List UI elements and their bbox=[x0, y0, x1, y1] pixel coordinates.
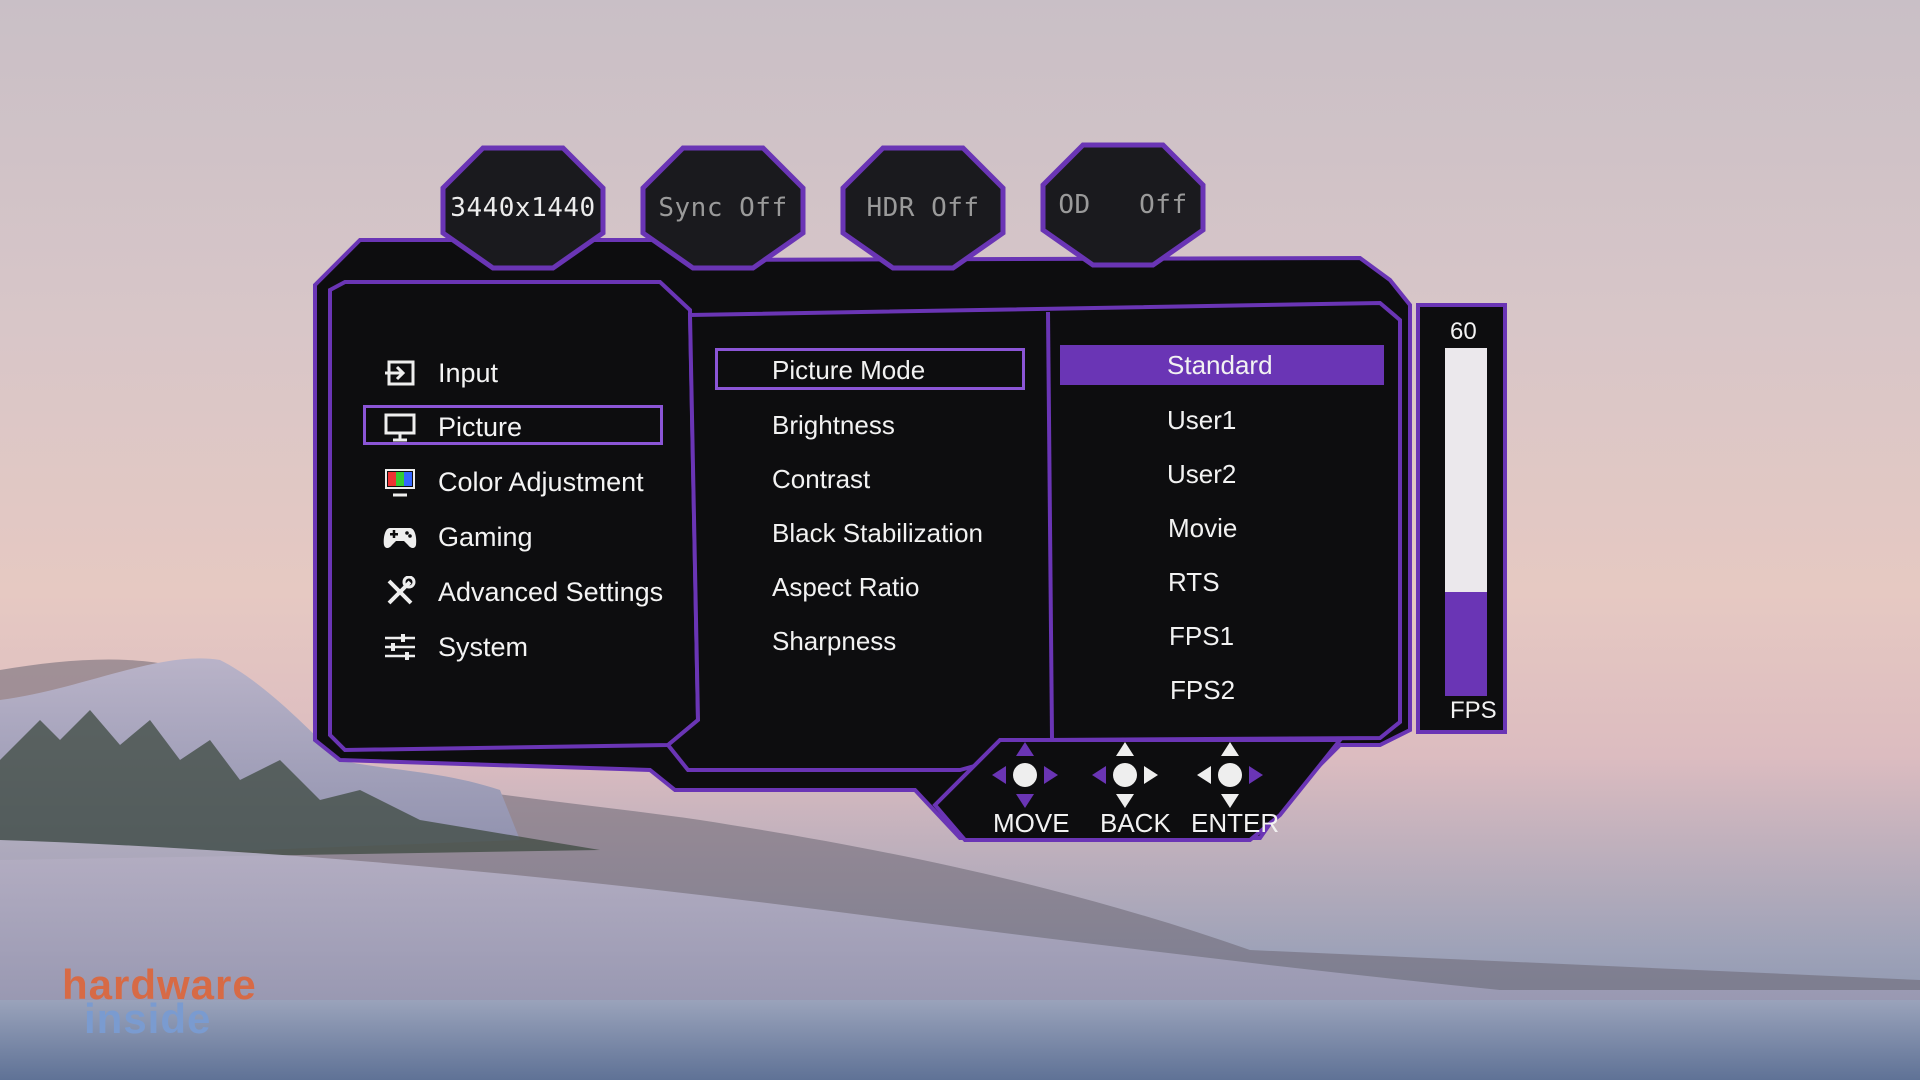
option-fps1[interactable]: FPS1 bbox=[1169, 621, 1234, 652]
gamepad-icon bbox=[380, 520, 420, 554]
option-user2[interactable]: User2 bbox=[1167, 459, 1236, 490]
tab-od-label: OD Off bbox=[1058, 190, 1188, 220]
move-dpad-icon bbox=[992, 742, 1058, 808]
menu-item-advanced-settings[interactable]: Advanced Settings bbox=[380, 572, 663, 612]
menu-item-label: Picture bbox=[438, 411, 523, 442]
fps-meter-fill bbox=[1445, 591, 1487, 696]
menu-item-label: Gaming bbox=[438, 521, 533, 552]
monitor-icon bbox=[380, 410, 420, 444]
input-icon bbox=[380, 356, 420, 390]
sub-item-brightness[interactable]: Brightness bbox=[772, 410, 895, 441]
back-label: BACK bbox=[1100, 808, 1171, 838]
color-adjustment-icon bbox=[380, 465, 420, 499]
watermark-logo: hardware inside bbox=[62, 964, 257, 1040]
option-user1[interactable]: User1 bbox=[1167, 405, 1236, 436]
sliders-icon bbox=[380, 630, 420, 664]
option-movie[interactable]: Movie bbox=[1168, 513, 1237, 544]
tools-icon bbox=[380, 575, 420, 609]
enter-dpad-icon bbox=[1197, 742, 1263, 808]
tab-sync-label: Sync Off bbox=[658, 193, 788, 223]
sub-item-sharpness[interactable]: Sharpness bbox=[772, 626, 896, 657]
menu-item-system[interactable]: System bbox=[380, 627, 528, 667]
tab-resolution[interactable]: 3440x1440 bbox=[433, 143, 613, 273]
move-label: MOVE bbox=[993, 808, 1070, 838]
sub-item-contrast[interactable]: Contrast bbox=[772, 464, 870, 495]
sub-item-picture-mode[interactable]: Picture Mode bbox=[772, 355, 925, 386]
menu-item-label: Input bbox=[438, 357, 499, 388]
option-rts[interactable]: RTS bbox=[1168, 567, 1220, 598]
tab-hdr[interactable]: HDR Off bbox=[833, 143, 1013, 273]
tab-resolution-label: 3440x1440 bbox=[450, 193, 596, 223]
tab-hdr-label: HDR Off bbox=[866, 193, 980, 223]
fps-meter-track bbox=[1445, 348, 1487, 696]
menu-item-label: Advanced Settings bbox=[438, 576, 664, 607]
menu-item-color-adjustment[interactable]: Color Adjustment bbox=[380, 462, 644, 502]
option-fps2[interactable]: FPS2 bbox=[1170, 675, 1235, 706]
sub-item-aspect-ratio[interactable]: Aspect Ratio bbox=[772, 572, 919, 603]
menu-item-picture[interactable]: Picture bbox=[380, 407, 522, 447]
option-standard[interactable]: Standard bbox=[1167, 350, 1273, 381]
tab-sync[interactable]: Sync Off bbox=[633, 143, 813, 273]
fps-meter-value: 60 bbox=[1450, 318, 1477, 345]
tab-od[interactable]: OD Off bbox=[1033, 140, 1213, 270]
fps-meter-unit: FPS bbox=[1450, 697, 1497, 724]
sub-item-black-stabilization[interactable]: Black Stabilization bbox=[772, 518, 983, 549]
menu-item-label: System bbox=[438, 631, 529, 662]
enter-label: ENTER bbox=[1191, 808, 1280, 838]
back-dpad-icon bbox=[1092, 742, 1158, 808]
menu-item-gaming[interactable]: Gaming bbox=[380, 517, 533, 557]
menu-item-label: Color Adjustment bbox=[438, 466, 644, 497]
menu-item-input[interactable]: Input bbox=[380, 353, 498, 393]
